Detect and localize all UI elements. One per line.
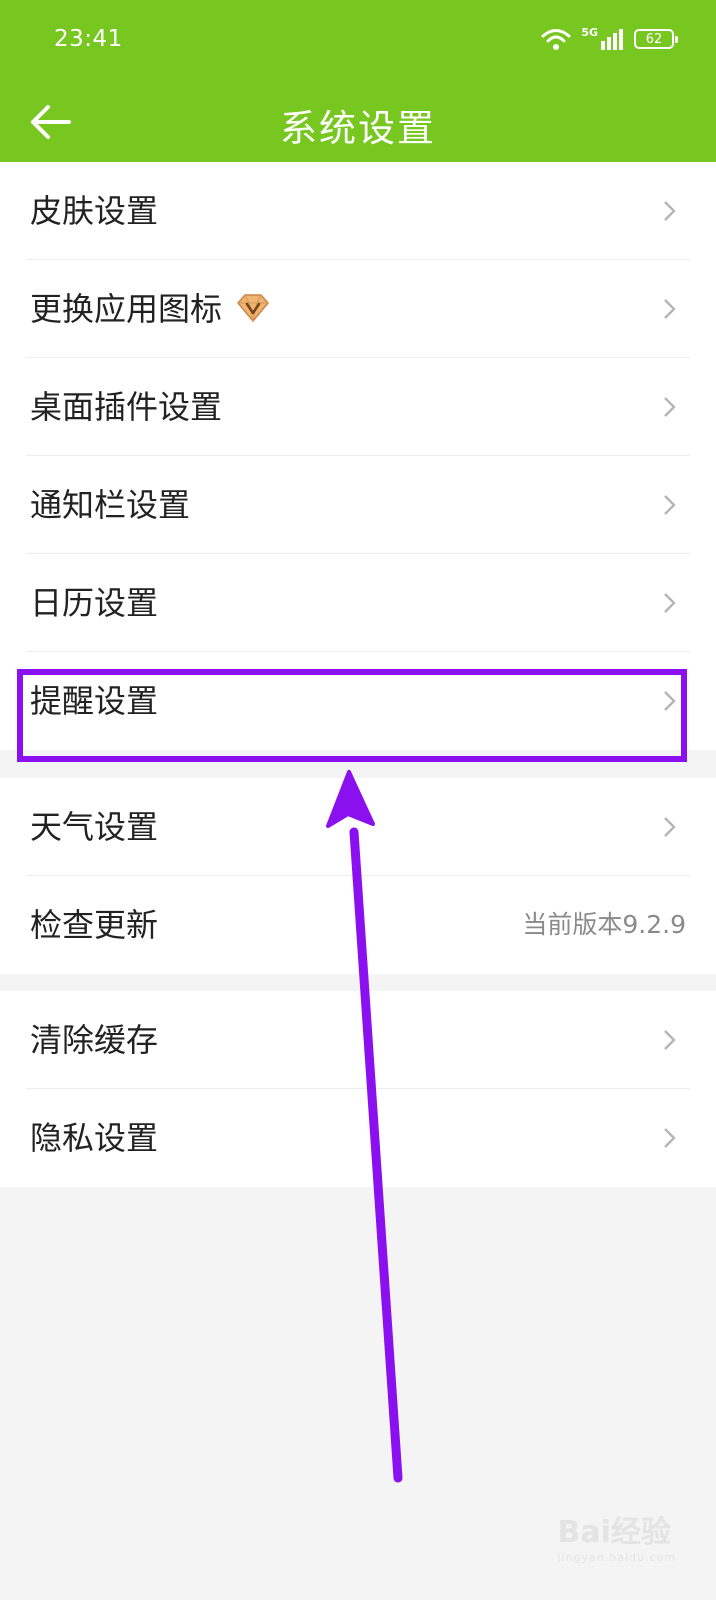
annotation-arrow-icon bbox=[326, 770, 403, 1483]
watermark-url: jingyan.baidu.com bbox=[557, 1551, 676, 1564]
watermark-brand: Bai经验 bbox=[557, 1515, 671, 1550]
watermark: Bai经验 jingyan.baidu.com bbox=[557, 1507, 676, 1564]
